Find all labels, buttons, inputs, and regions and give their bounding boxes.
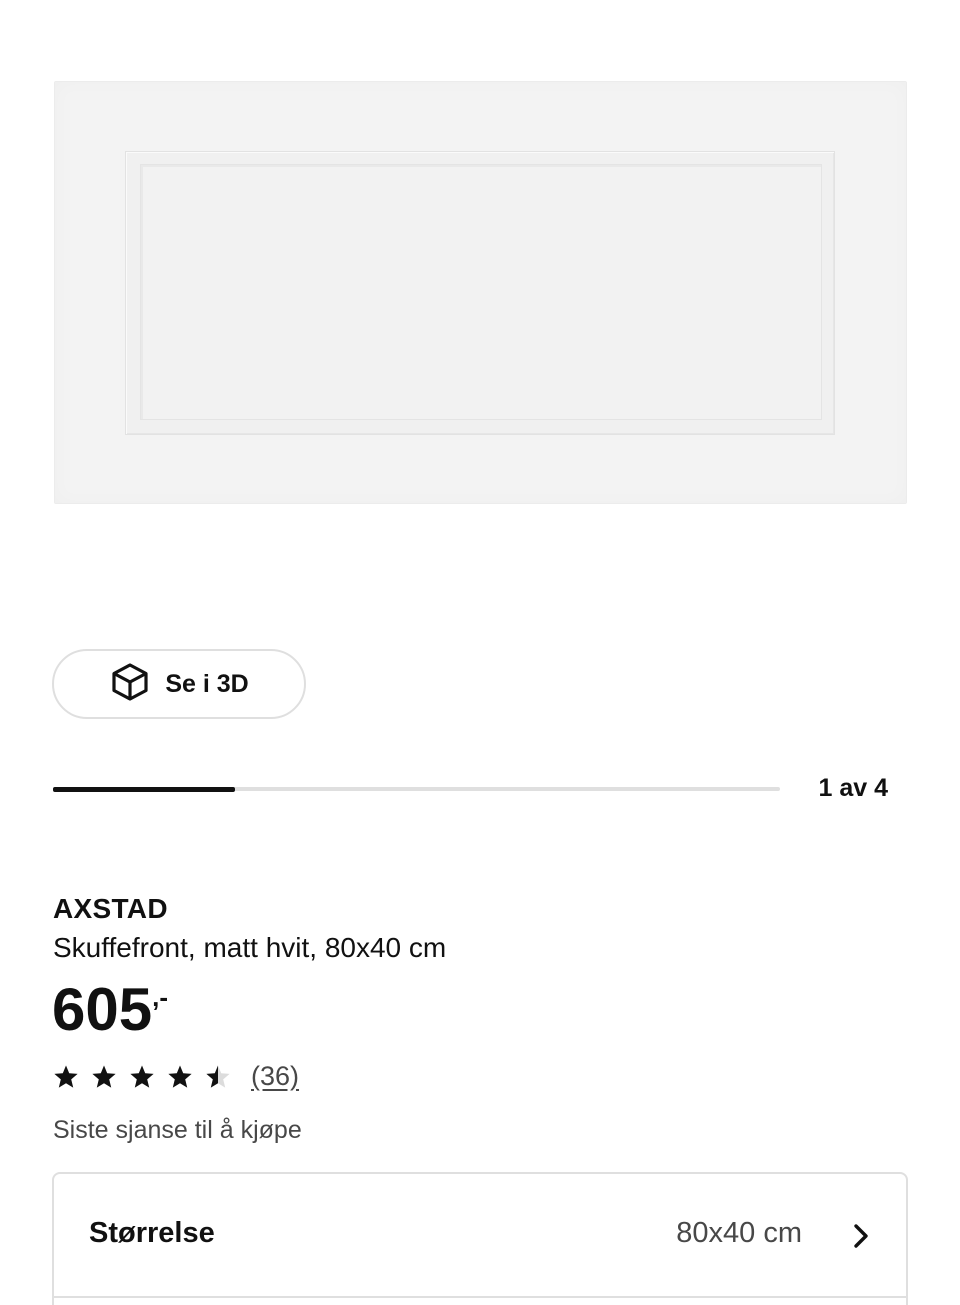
product-description: Skuffefront, matt hvit, 80x40 cm bbox=[53, 932, 447, 963]
star-icon bbox=[91, 1064, 117, 1090]
star-half-icon bbox=[205, 1064, 231, 1090]
size-selector-card: Størrelse 80x40 cm bbox=[52, 1172, 908, 1305]
view-3d-button[interactable]: Se i 3D bbox=[52, 649, 306, 719]
star-icon bbox=[167, 1064, 193, 1090]
size-value: 80x40 cm bbox=[676, 1217, 802, 1249]
drawer-front-inset bbox=[140, 164, 822, 420]
product-price: 605 ,- bbox=[52, 976, 168, 1044]
availability-text: Siste sjanse til å kjøpe bbox=[53, 1116, 302, 1144]
product-image[interactable] bbox=[54, 81, 907, 504]
star-icon bbox=[53, 1064, 79, 1090]
rating-stars bbox=[53, 1064, 231, 1090]
view-3d-label: Se i 3D bbox=[165, 669, 249, 698]
gallery-progress-bar bbox=[53, 786, 780, 792]
price-amount: 605 bbox=[52, 976, 153, 1043]
review-count-link[interactable]: (36) bbox=[251, 1061, 299, 1092]
chevron-right-icon bbox=[850, 1222, 872, 1250]
size-selector-row[interactable]: Størrelse 80x40 cm bbox=[54, 1174, 906, 1298]
product-page: Se i 3D 1 av 4 AXSTAD Skuffefront, matt … bbox=[0, 0, 960, 1305]
gallery-counter: 1 av 4 bbox=[818, 774, 888, 802]
product-rating[interactable]: (36) bbox=[53, 1061, 299, 1092]
product-name: AXSTAD bbox=[53, 893, 168, 924]
size-label: Størrelse bbox=[89, 1217, 215, 1249]
cube-icon bbox=[109, 661, 151, 708]
gallery-progress-fill bbox=[53, 786, 235, 792]
star-icon bbox=[129, 1064, 155, 1090]
price-suffix: ,- bbox=[152, 982, 168, 1012]
drawer-front-panel bbox=[125, 151, 835, 435]
